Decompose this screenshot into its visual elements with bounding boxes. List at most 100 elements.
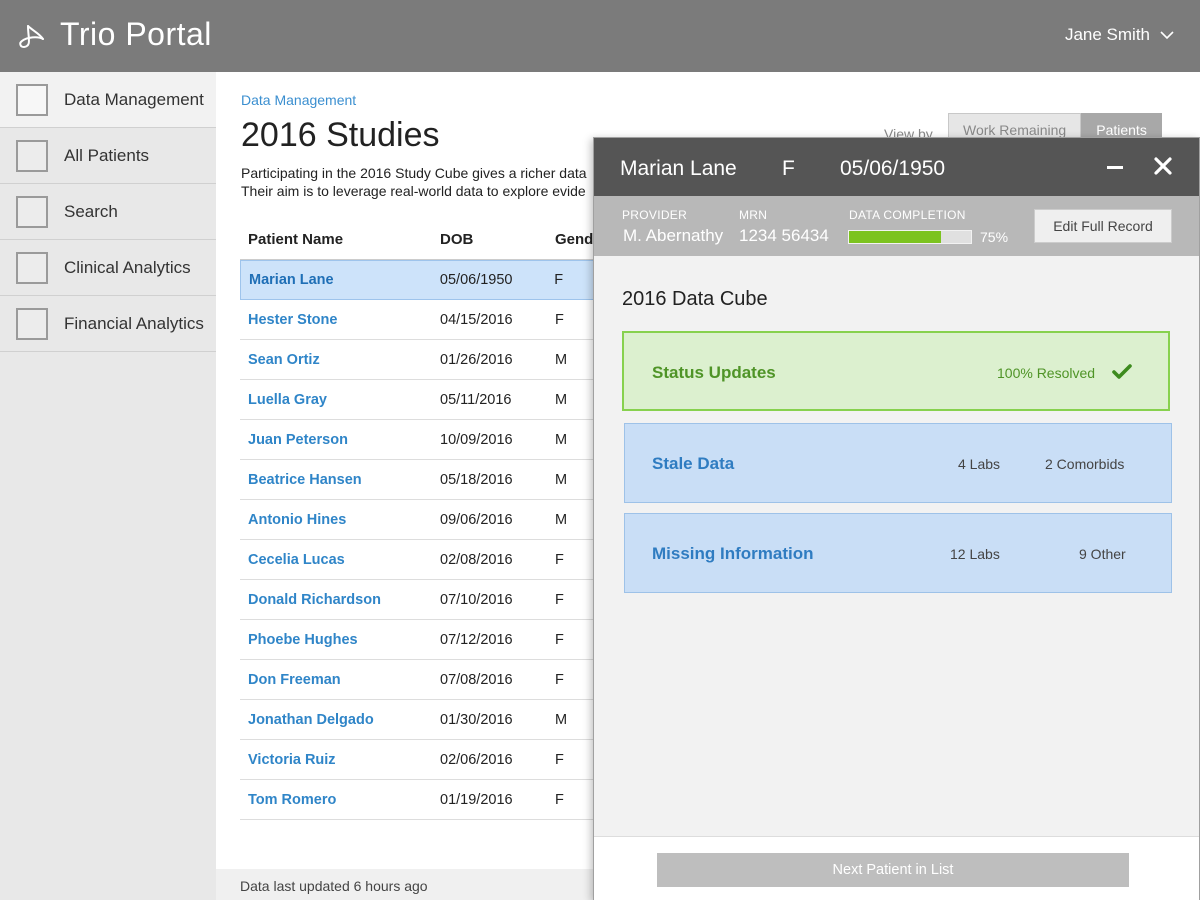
dob-cell: 05/11/2016	[440, 391, 512, 408]
sidebar-item-label: Financial Analytics	[64, 313, 204, 333]
dob-cell: 10/09/2016	[440, 431, 513, 448]
app-title: Trio Portal	[60, 16, 212, 52]
table-row[interactable]: Victoria Ruiz 02/06/2016 F	[240, 740, 600, 780]
patients-table: Patient Name DOB Gender Marian Lane05/06…	[240, 220, 600, 820]
data-cube-title: 2016 Data Cube	[622, 288, 768, 310]
table-row[interactable]: Tom Romero 01/19/2016 F	[240, 780, 600, 820]
table-row[interactable]: Phoebe Hughes 07/12/2016 F	[240, 620, 600, 660]
all-patients-icon	[16, 139, 48, 172]
patient-name-cell[interactable]: Cecelia Lucas	[240, 552, 438, 568]
panel-patient-gender: F	[782, 157, 795, 180]
sidebar-item-clinical-analytics[interactable]: Clinical Analytics	[0, 240, 216, 296]
check-icon	[1112, 364, 1132, 379]
status-updates-card[interactable]: Status Updates 100% Resolved	[622, 331, 1170, 411]
patient-name-cell[interactable]: Phoebe Hughes	[240, 632, 438, 648]
stale-comorbids-stat: 2 Comorbids	[1045, 456, 1125, 472]
patient-name-cell[interactable]: Hester Stone	[240, 312, 438, 328]
table-row[interactable]: Donald Richardson 07/10/2016 F	[240, 580, 600, 620]
column-header-dob[interactable]: DOB	[438, 231, 552, 248]
table-row[interactable]: Don Freeman 07/08/2016 F	[240, 660, 600, 700]
user-name: Jane Smith	[1064, 25, 1150, 44]
card-title: Stale Data	[652, 454, 735, 473]
table-header: Patient Name DOB Gender	[240, 220, 600, 260]
dob-cell: 01/19/2016	[440, 791, 513, 808]
clinical-analytics-icon	[16, 251, 48, 284]
mrn-value: 1234 56434	[739, 226, 829, 245]
patient-name-cell[interactable]: Sean Ortiz	[240, 352, 438, 368]
stale-data-card[interactable]: Stale Data 4 Labs 2 Comorbids	[624, 423, 1172, 503]
dob-cell: 02/08/2016	[440, 551, 513, 568]
dob-cell: 09/06/2016	[440, 511, 513, 528]
provider-value: M. Abernathy	[623, 226, 724, 245]
patient-detail-panel: Marian Lane F 05/06/1950 PROVIDER M. Abe…	[593, 137, 1200, 900]
dob-cell: 05/06/1950	[439, 272, 513, 288]
table-row[interactable]: Jonathan Delgado 01/30/2016 M	[240, 700, 600, 740]
stale-labs-stat: 4 Labs	[958, 456, 1001, 472]
dob-cell: 02/06/2016	[440, 751, 513, 768]
provider-label: PROVIDER	[622, 208, 688, 222]
patient-name-cell[interactable]: Marian Lane	[241, 272, 438, 288]
card-title: Missing Information	[652, 544, 814, 563]
table-row[interactable]: Antonio Hines 09/06/2016 M	[240, 500, 600, 540]
missing-information-card[interactable]: Missing Information 12 Labs 9 Other	[624, 513, 1172, 593]
sidebar-item-label: Clinical Analytics	[64, 257, 191, 277]
table-row[interactable]: Sean Ortiz 01/26/2016 M	[240, 340, 600, 380]
missing-other-stat: 9 Other	[1079, 546, 1126, 562]
patient-name-cell[interactable]: Donald Richardson	[240, 592, 438, 608]
data-completion-bar	[848, 230, 972, 244]
data-management-icon	[16, 83, 48, 116]
description-line: Participating in the 2016 Study Cube giv…	[241, 165, 587, 181]
description-line: Their aim is to leverage real-world data…	[241, 183, 586, 199]
sidebar-item-label: Data Management	[64, 89, 204, 109]
page-description: Participating in the 2016 Study Cube giv…	[241, 164, 596, 200]
resolved-stat: 100% Resolved	[997, 365, 1096, 381]
patient-name-cell[interactable]: Antonio Hines	[240, 512, 438, 528]
data-completion-fill	[849, 231, 941, 243]
data-completion-label: DATA COMPLETION	[849, 208, 966, 222]
missing-labs-stat: 12 Labs	[950, 546, 1000, 562]
patient-name-cell[interactable]: Jonathan Delgado	[240, 712, 438, 728]
gender-cell: F	[554, 272, 564, 288]
panel-patient-dob: 05/06/1950	[840, 157, 946, 180]
dob-cell: 05/18/2016	[440, 471, 513, 488]
panel-patient-name: Marian Lane	[620, 157, 737, 180]
breadcrumb[interactable]: Data Management	[241, 92, 356, 108]
last-updated-text: Data last updated 6 hours ago	[240, 878, 428, 894]
next-patient-button[interactable]: Next Patient in List	[657, 853, 1129, 887]
mrn-label: MRN	[739, 208, 768, 222]
sidebar-item-data-management[interactable]: Data Management	[0, 72, 216, 128]
dob-cell: 04/15/2016	[440, 311, 513, 328]
column-header-name[interactable]: Patient Name	[240, 231, 438, 248]
table-row[interactable]: Beatrice Hansen 05/18/2016 M	[240, 460, 600, 500]
panel-header: Marian Lane F 05/06/1950	[594, 138, 1199, 196]
dob-cell: 01/30/2016	[440, 711, 513, 728]
sidebar-item-all-patients[interactable]: All Patients	[0, 128, 216, 184]
chevron-down-icon	[1160, 31, 1174, 40]
sidebar-item-label: All Patients	[64, 145, 150, 165]
financial-analytics-icon	[16, 307, 48, 340]
table-row[interactable]: Juan Peterson 10/09/2016 M	[240, 420, 600, 460]
dob-cell: 01/26/2016	[440, 351, 513, 368]
sidebar-item-label: Search	[64, 201, 118, 221]
user-menu[interactable]: Jane Smith	[1065, 25, 1174, 45]
patient-name-cell[interactable]: Beatrice Hansen	[240, 472, 438, 488]
patient-name-cell[interactable]: Don Freeman	[240, 672, 438, 688]
edit-full-record-button[interactable]: Edit Full Record	[1034, 209, 1172, 243]
data-completion-percent: 75%	[980, 229, 1009, 245]
sidebar-item-financial-analytics[interactable]: Financial Analytics	[0, 296, 216, 352]
patient-meta-bar: PROVIDER M. Abernathy MRN 1234 56434 DAT…	[594, 196, 1199, 256]
table-row[interactable]: Cecelia Lucas 02/08/2016 F	[240, 540, 600, 580]
table-row[interactable]: Luella Gray 05/11/2016 M	[240, 380, 600, 420]
trio-logo-icon[interactable]	[18, 22, 46, 50]
close-icon[interactable]	[1152, 155, 1174, 177]
minimize-icon[interactable]	[1104, 156, 1126, 178]
patient-name-cell[interactable]: Victoria Ruiz	[240, 752, 438, 768]
patient-name-cell[interactable]: Luella Gray	[240, 392, 438, 408]
sidebar-item-search[interactable]: Search	[0, 184, 216, 240]
table-row[interactable]: Marian Lane 05/06/1950 F	[240, 260, 600, 300]
card-title: Status Updates	[652, 363, 776, 382]
patient-name-cell[interactable]: Tom Romero	[240, 792, 438, 808]
patient-name-cell[interactable]: Juan Peterson	[240, 432, 438, 448]
table-row[interactable]: Hester Stone 04/15/2016 F	[240, 300, 600, 340]
panel-footer: Next Patient in List	[594, 836, 1199, 900]
